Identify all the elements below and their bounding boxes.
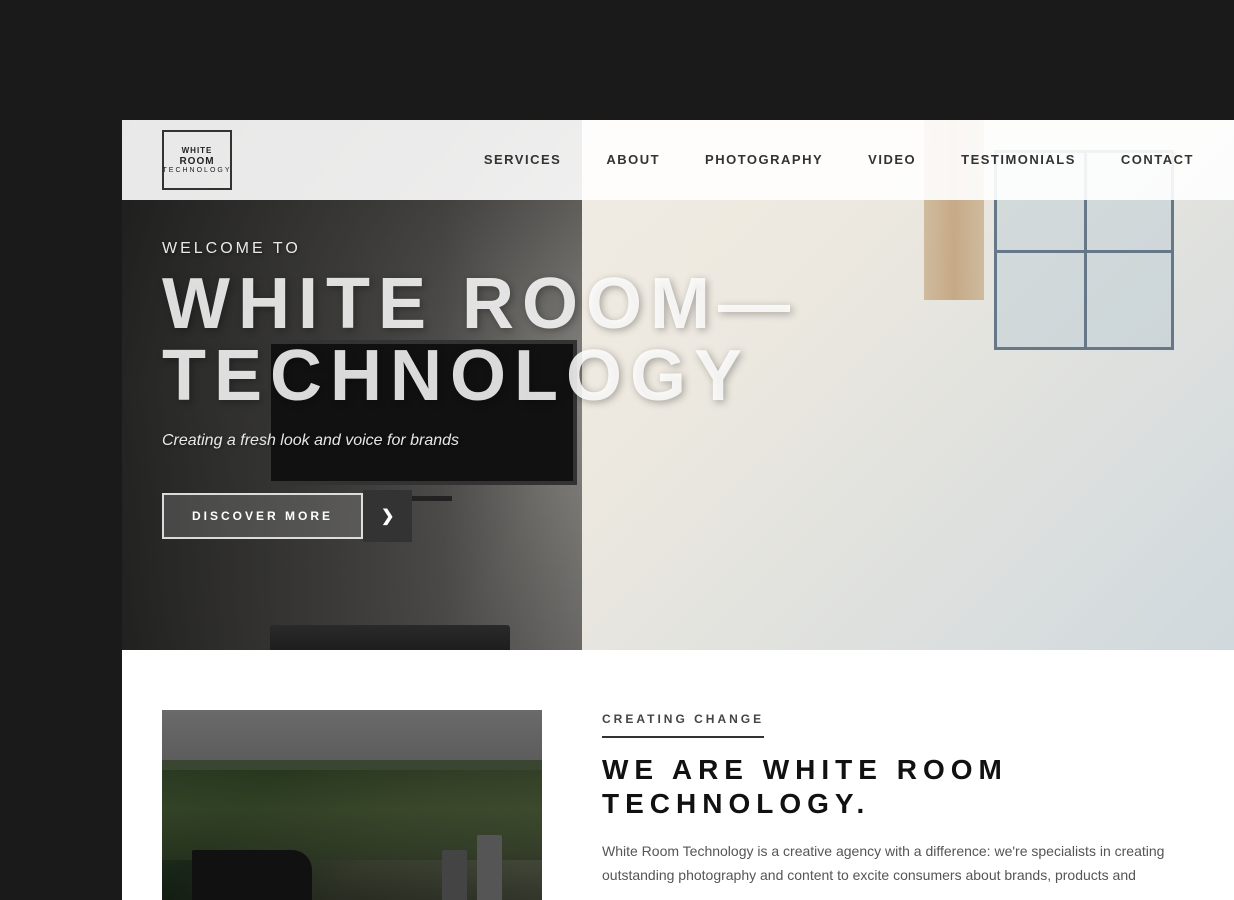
nav-item-video[interactable]: VIDEO [868, 151, 916, 169]
photo-speaker-left [477, 835, 502, 900]
hero-content: WELCOME TO WHITE ROOM— TECHNOLOGY Creati… [162, 240, 798, 542]
about-photo-card [162, 710, 542, 900]
nav-link-contact[interactable]: CONTACT [1121, 152, 1194, 167]
about-body: White Room Technology is a creative agen… [602, 840, 1194, 888]
hero-brand-line1: WHITE ROOM— [162, 268, 798, 340]
hero-welcome-text: WELCOME TO [162, 240, 798, 258]
photo-piano [192, 850, 312, 900]
nav-link-photography[interactable]: PHOTOGRAPHY [705, 152, 823, 167]
nav-link-video[interactable]: VIDEO [868, 152, 916, 167]
nav-link-testimonials[interactable]: TESTIMONIALS [961, 152, 1076, 167]
hero-section: WHITE ROOM TECHNOLOGY SERVICES ABOUT PHO… [122, 120, 1234, 650]
logo-text-white: WHITE [182, 146, 213, 156]
nav-links-list: SERVICES ABOUT PHOTOGRAPHY VIDEO TESTIMO… [484, 151, 1194, 169]
logo[interactable]: WHITE ROOM TECHNOLOGY [162, 130, 232, 190]
nav-item-photography[interactable]: PHOTOGRAPHY [705, 151, 823, 169]
nav-item-contact[interactable]: CONTACT [1121, 151, 1194, 169]
nav-item-services[interactable]: SERVICES [484, 151, 562, 169]
discover-btn-arrow-icon[interactable]: ❯ [363, 490, 412, 542]
hero-brand-line2: TECHNOLOGY [162, 340, 798, 412]
navigation: WHITE ROOM TECHNOLOGY SERVICES ABOUT PHO… [122, 120, 1234, 200]
about-section: CREATING CHANGE WE ARE WHITE ROOM TECHNO… [122, 650, 1234, 900]
about-photo-section [162, 710, 542, 900]
about-text-section: CREATING CHANGE WE ARE WHITE ROOM TECHNO… [602, 710, 1194, 900]
photo-speaker-right [442, 850, 467, 900]
nav-link-about[interactable]: ABOUT [606, 152, 660, 167]
discover-btn-label[interactable]: DISCOVER MORE [162, 493, 363, 539]
logo-text-room: ROOM [179, 156, 214, 167]
logo-text-technology: TECHNOLOGY [163, 167, 232, 174]
nav-item-about[interactable]: ABOUT [606, 151, 660, 169]
nav-item-testimonials[interactable]: TESTIMONIALS [961, 151, 1076, 169]
main-wrapper: WHITE ROOM TECHNOLOGY SERVICES ABOUT PHO… [122, 120, 1234, 900]
soundbar [270, 625, 510, 650]
about-title: WE ARE WHITE ROOM TECHNOLOGY. [602, 753, 1194, 820]
discover-more-button[interactable]: DISCOVER MORE ❯ [162, 490, 412, 542]
nav-link-services[interactable]: SERVICES [484, 152, 562, 167]
section-label: CREATING CHANGE [602, 712, 764, 738]
hero-subtitle: Creating a fresh look and voice for bran… [162, 432, 798, 450]
